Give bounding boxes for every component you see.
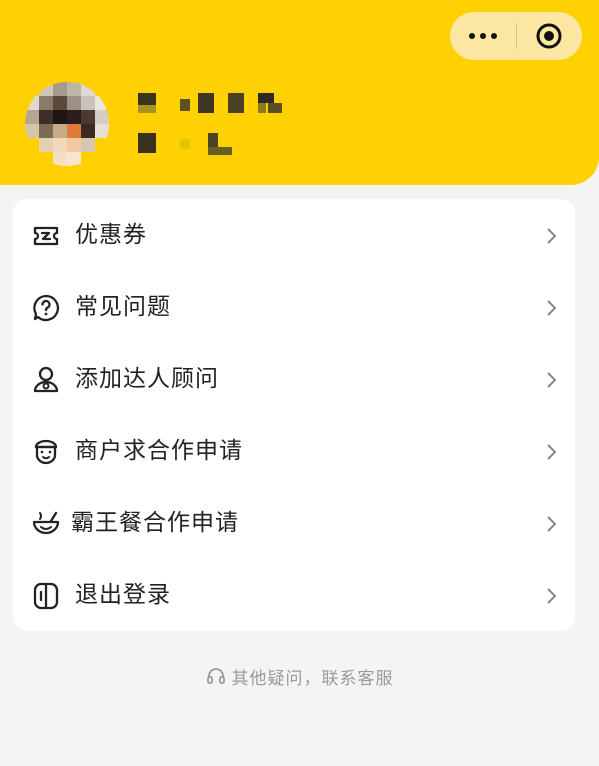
menu-item-label: 退出登录	[75, 582, 171, 608]
chevron-right-icon	[547, 228, 557, 244]
more-dots-icon	[468, 33, 497, 39]
chevron-right-icon	[547, 588, 557, 604]
chevron-right-icon	[547, 516, 557, 532]
menu-item-label: 霸王餐合作申请	[71, 510, 239, 536]
menu-item-faq[interactable]: 常见问题	[13, 271, 575, 343]
pixelated-avatar-image	[25, 82, 109, 166]
chevron-right-icon	[547, 444, 557, 460]
contact-support-text: 其他疑问，联系客服	[231, 668, 394, 689]
menu-item-free-meal-cooperation[interactable]: 霸王餐合作申请	[13, 487, 575, 559]
menu-item-label: 添加达人顾问	[75, 366, 219, 392]
menu-item-coupon[interactable]: 优惠券	[13, 199, 575, 271]
chevron-right-icon	[547, 300, 557, 316]
merchant-icon	[34, 439, 58, 465]
menu-item-label: 商户求合作申请	[75, 438, 243, 464]
headset-icon	[206, 668, 225, 684]
menu-item-label: 常见问题	[75, 294, 171, 320]
menu-item-label: 优惠券	[75, 222, 147, 248]
close-target-button[interactable]	[517, 12, 583, 60]
bowl-icon	[32, 511, 60, 535]
menu-item-merchant-cooperation[interactable]: 商户求合作申请	[13, 415, 575, 487]
contact-support-link[interactable]: 其他疑问，联系客服	[0, 662, 599, 690]
target-close-icon	[536, 23, 562, 49]
mini-program-capsule	[450, 12, 582, 60]
question-bubble-icon	[33, 294, 60, 322]
profile-header	[0, 0, 599, 185]
user-advisor-icon	[33, 366, 59, 393]
logout-icon	[33, 582, 59, 610]
avatar[interactable]	[25, 82, 109, 166]
menu-card: 优惠券 常见问题 添加达人顾问 商户求合作申请 霸王餐合作申请 退出登录	[13, 199, 575, 631]
menu-item-add-advisor[interactable]: 添加达人顾问	[13, 343, 575, 415]
coupon-icon	[33, 226, 59, 246]
menu-item-logout[interactable]: 退出登录	[13, 559, 575, 631]
chevron-right-icon	[547, 372, 557, 388]
more-button[interactable]	[450, 12, 516, 60]
